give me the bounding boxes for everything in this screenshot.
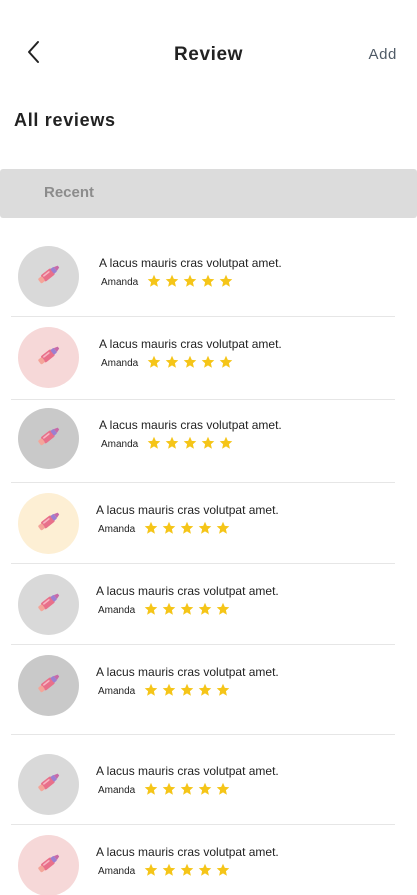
star-icon (219, 274, 233, 288)
review-text: A lacus mauris cras volutpat amet. (96, 845, 279, 859)
avatar (18, 655, 79, 716)
star-icon (165, 274, 179, 288)
star-icon (180, 863, 194, 877)
review-item[interactable]: A lacus mauris cras volutpat amet. Amanda (0, 574, 417, 654)
star-icon (201, 436, 215, 450)
star-icon (144, 683, 158, 697)
avatar (18, 835, 79, 895)
lipstick-icon (34, 848, 64, 883)
star-rating (147, 274, 233, 290)
avatar (18, 754, 79, 815)
lipstick-icon (34, 506, 64, 541)
star-icon (162, 782, 176, 796)
divider (11, 563, 395, 564)
star-icon (198, 863, 212, 877)
review-item[interactable]: A lacus mauris cras volutpat amet. Amanda (0, 408, 417, 488)
star-icon (183, 436, 197, 450)
review-text: A lacus mauris cras volutpat amet. (96, 584, 279, 598)
divider (11, 734, 395, 735)
star-icon (162, 863, 176, 877)
star-icon (198, 602, 212, 616)
star-icon (183, 274, 197, 288)
review-author: Amanda (98, 866, 136, 877)
avatar (18, 246, 79, 307)
star-icon (198, 521, 212, 535)
star-icon (144, 521, 158, 535)
star-icon (180, 782, 194, 796)
review-item[interactable]: A lacus mauris cras volutpat amet. Amanda (0, 493, 417, 573)
lipstick-icon (34, 340, 64, 375)
divider (11, 482, 395, 483)
review-text: A lacus mauris cras volutpat amet. (99, 337, 282, 351)
star-icon (147, 436, 161, 450)
star-icon (147, 274, 161, 288)
star-icon (162, 521, 176, 535)
review-author: Amanda (101, 439, 139, 450)
star-icon (180, 602, 194, 616)
star-icon (180, 521, 194, 535)
divider (11, 399, 395, 400)
star-icon (216, 782, 230, 796)
review-item[interactable]: A lacus mauris cras volutpat amet. Amanda (0, 754, 417, 834)
review-author: Amanda (98, 785, 136, 796)
review-author: Amanda (101, 277, 139, 288)
divider (11, 644, 395, 645)
avatar (18, 493, 79, 554)
star-rating (144, 683, 230, 699)
star-icon (219, 436, 233, 450)
star-icon (162, 683, 176, 697)
lipstick-icon (34, 668, 64, 703)
star-rating (144, 602, 230, 618)
lipstick-icon (34, 587, 64, 622)
star-icon (216, 602, 230, 616)
star-icon (165, 355, 179, 369)
avatar (18, 408, 79, 469)
review-author: Amanda (98, 524, 136, 535)
star-icon (147, 355, 161, 369)
avatar (18, 327, 79, 388)
review-item[interactable]: A lacus mauris cras volutpat amet. Amanda (0, 655, 417, 735)
star-icon (144, 602, 158, 616)
lipstick-icon (34, 767, 64, 802)
avatar (18, 574, 79, 635)
review-text: A lacus mauris cras volutpat amet. (96, 764, 279, 778)
star-icon (165, 436, 179, 450)
star-icon (219, 355, 233, 369)
review-text: A lacus mauris cras volutpat amet. (96, 665, 279, 679)
review-screen: Review Add All reviews Recent A lacus ma… (0, 0, 417, 895)
lipstick-icon (34, 421, 64, 456)
review-author: Amanda (98, 605, 136, 616)
review-text: A lacus mauris cras volutpat amet. (96, 503, 279, 517)
star-icon (198, 782, 212, 796)
review-item[interactable]: A lacus mauris cras volutpat amet. Amanda (0, 246, 417, 326)
star-icon (198, 683, 212, 697)
review-list: A lacus mauris cras volutpat amet. Amanda… (0, 0, 417, 895)
star-rating (147, 355, 233, 371)
review-item[interactable]: A lacus mauris cras volutpat amet. Amanda (0, 327, 417, 407)
star-icon (216, 863, 230, 877)
lipstick-icon (34, 259, 64, 294)
review-author: Amanda (98, 686, 136, 697)
review-author: Amanda (101, 358, 139, 369)
star-icon (216, 683, 230, 697)
star-rating (147, 436, 233, 452)
star-rating (144, 521, 230, 537)
review-text: A lacus mauris cras volutpat amet. (99, 418, 282, 432)
star-icon (183, 355, 197, 369)
divider (11, 316, 395, 317)
star-icon (201, 355, 215, 369)
divider (11, 824, 395, 825)
star-icon (144, 782, 158, 796)
star-icon (144, 863, 158, 877)
star-rating (144, 782, 230, 798)
star-rating (144, 863, 230, 879)
review-text: A lacus mauris cras volutpat amet. (99, 256, 282, 270)
review-item[interactable]: A lacus mauris cras volutpat amet. Amanda (0, 835, 417, 895)
star-icon (162, 602, 176, 616)
star-icon (201, 274, 215, 288)
star-icon (216, 521, 230, 535)
star-icon (180, 683, 194, 697)
